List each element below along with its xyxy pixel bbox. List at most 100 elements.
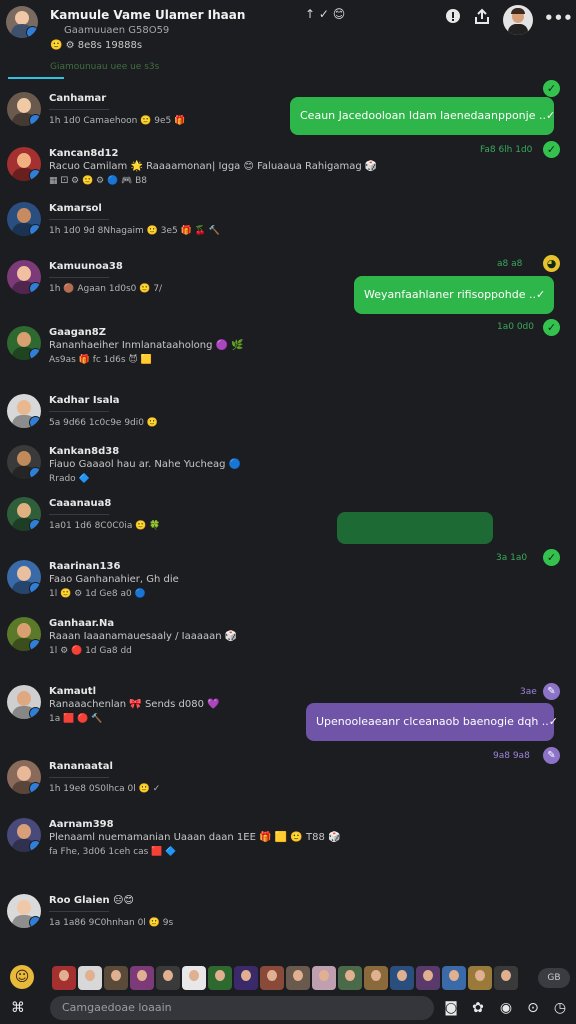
contact-avatar[interactable]	[7, 202, 41, 236]
message-meta: 1a 🟥 🔴 🔨	[49, 714, 103, 724]
contact-name[interactable]: Kancan8d12	[49, 148, 118, 159]
verified-badge	[29, 282, 41, 294]
message-status: Fa8 6lh 1d0	[480, 145, 533, 155]
read-check-icon: ✓	[543, 141, 560, 158]
counter-badge[interactable]: GB	[538, 968, 570, 988]
alert-icon[interactable]	[443, 8, 463, 28]
message-meta: Rrado 🔷	[49, 474, 90, 484]
message-bubble-media[interactable]	[337, 512, 493, 544]
verified-badge	[26, 26, 38, 38]
recent-contact-avatar[interactable]	[312, 966, 336, 990]
verified-badge	[29, 348, 41, 360]
more-options-icon[interactable]: •••	[544, 8, 573, 28]
sticker-icon[interactable]: ◙	[441, 998, 461, 1018]
recent-contact-avatar[interactable]	[442, 966, 466, 990]
recent-contact-avatar[interactable]	[234, 966, 258, 990]
recent-contact-avatar[interactable]	[208, 966, 232, 990]
contact-name[interactable]: Aarnam398	[49, 819, 114, 830]
message-bubble[interactable]: Weyanfaahlaner rifisoppohde ..✓	[354, 276, 554, 314]
contact-avatar[interactable]	[7, 326, 41, 360]
contact-avatar[interactable]	[7, 497, 41, 531]
message-meta: 5a 9d66 1c0c9e 9di0 🙂	[49, 418, 159, 428]
share-icon[interactable]	[472, 8, 492, 28]
contact-avatar[interactable]	[7, 894, 41, 928]
recent-contact-avatar[interactable]	[416, 966, 440, 990]
recent-contact-avatar[interactable]	[156, 966, 180, 990]
timer-icon[interactable]: ◷	[550, 998, 570, 1018]
recent-contact-avatar[interactable]	[182, 966, 206, 990]
camera-icon[interactable]: ◉	[496, 998, 516, 1018]
message-meta: fa Fhe, 3d06 1ceh cas 🟥 🔷	[49, 847, 177, 857]
contact-avatar[interactable]	[7, 685, 41, 719]
verified-badge	[29, 467, 41, 479]
contact-avatar[interactable]	[7, 560, 41, 594]
media-icon[interactable]: ⊙	[523, 998, 543, 1018]
message-preview	[49, 411, 109, 412]
message-time: 3ae	[520, 687, 537, 697]
contact-name[interactable]: Kamarsol	[49, 203, 102, 214]
recent-contact-avatar[interactable]	[494, 966, 518, 990]
contact-avatar[interactable]	[7, 818, 41, 852]
contact-name[interactable]: Kankan8d38	[49, 446, 119, 457]
contact-name[interactable]: Roo Glaien 😑😊	[49, 895, 134, 906]
contact-name[interactable]: Kadhar Isala	[49, 395, 120, 406]
message-preview: Faao Ganhanahier, Gh die	[49, 574, 179, 585]
recent-contact-avatar[interactable]	[390, 966, 414, 990]
contact-avatar[interactable]	[7, 92, 41, 126]
contact-name[interactable]: Raarinan136	[49, 561, 120, 572]
contact-avatar[interactable]	[7, 260, 41, 294]
message-meta: ▦ ⚀ ⚙ 🙂 ⚙ 🔵 🎮 B8	[49, 176, 148, 186]
message-bubble[interactable]: Upenooleaeanr clceanaob baenogie dqh ..✓	[306, 703, 558, 741]
profile-avatar[interactable]	[503, 5, 533, 35]
verified-badge	[29, 416, 41, 428]
title-emoji: ↑ ✓ 😊	[305, 7, 346, 21]
contact-name[interactable]: Canhamar	[49, 93, 106, 104]
recent-contact-avatar[interactable]	[364, 966, 388, 990]
contact-name[interactable]: Kamuunoa38	[49, 261, 123, 272]
read-check-icon: ✓	[543, 549, 560, 566]
plant-icon[interactable]: ✿	[468, 998, 488, 1018]
message-meta: As9as 🎁 fc 1d6s 😈 🟨	[49, 355, 152, 365]
recent-contact-avatar[interactable]	[130, 966, 154, 990]
message-preview	[49, 109, 109, 110]
recent-contact-avatar[interactable]	[338, 966, 362, 990]
recent-contact-avatar[interactable]	[260, 966, 284, 990]
contact-name[interactable]: Rananaatal	[49, 761, 113, 772]
message-meta: 1h 🟤 Agaan 1d0s0 🙂 7/	[49, 284, 163, 294]
emoji-icon[interactable]: ☺	[10, 965, 34, 989]
tab-label[interactable]: Giamounuau uee ue s3s	[50, 62, 159, 72]
message-meta: 1l ⚙ 🔴 1d Ga8 dd	[49, 646, 132, 656]
recent-contact-avatar[interactable]	[286, 966, 310, 990]
contact-name[interactable]: Caaanaua8	[49, 498, 111, 509]
verified-badge	[29, 114, 41, 126]
chat-meta: 🙂 ⚙ 8e8s 19888s	[50, 40, 143, 51]
contact-avatar[interactable]	[7, 147, 41, 181]
verified-badge	[29, 519, 41, 531]
contact-avatar[interactable]	[7, 394, 41, 428]
message-input-placeholder: Camgaedoae loaain	[62, 1001, 172, 1014]
message-bubble[interactable]: Ceaun Jacedooloan Idam Iaenedaanpponje .…	[290, 97, 555, 135]
message-preview	[49, 514, 109, 515]
contact-name[interactable]: Ganhaar.Na	[49, 618, 114, 629]
verified-badge	[29, 916, 41, 928]
message-meta: 1h 1d0 9d 8Nhagaim 🙂 3e5 🎁 🍒 🔨	[49, 226, 220, 236]
reaction-icon: ✎	[543, 683, 560, 700]
contact-name[interactable]: Gaagan8Z	[49, 327, 106, 338]
contact-avatar[interactable]	[7, 445, 41, 479]
recent-contact-avatar[interactable]	[104, 966, 128, 990]
message-status: 3a 1a0	[496, 553, 528, 563]
contact-avatar[interactable]	[7, 760, 41, 794]
recent-contact-avatar[interactable]	[78, 966, 102, 990]
recent-contact-avatar[interactable]	[468, 966, 492, 990]
message-meta: 1a01 1d6 8C0C0ia 🙂 🍀	[49, 521, 161, 531]
message-meta: 1l 🙂 ⚙ 1d Ge8 a0 🔵	[49, 589, 146, 599]
message-meta: 1h 19e8 0S0lhca 0l 🙂 ✓	[49, 784, 161, 794]
group-avatar[interactable]	[6, 6, 38, 38]
message-preview: Plenaaml nuemamanian Uaaan daan 1EE 🎁 🟨 …	[49, 832, 341, 843]
attach-icon[interactable]: ⌘	[8, 998, 28, 1018]
contact-avatar[interactable]	[7, 617, 41, 651]
contact-name[interactable]: Kamautl	[49, 686, 96, 697]
recent-contact-avatar[interactable]	[52, 966, 76, 990]
message-preview: Raaan Iaaanamauesaaly / Iaaaaan 🎲	[49, 631, 238, 642]
message-preview: Fiauo Gaaaol hau ar. Nahe Yucheag 🔵	[49, 459, 242, 470]
